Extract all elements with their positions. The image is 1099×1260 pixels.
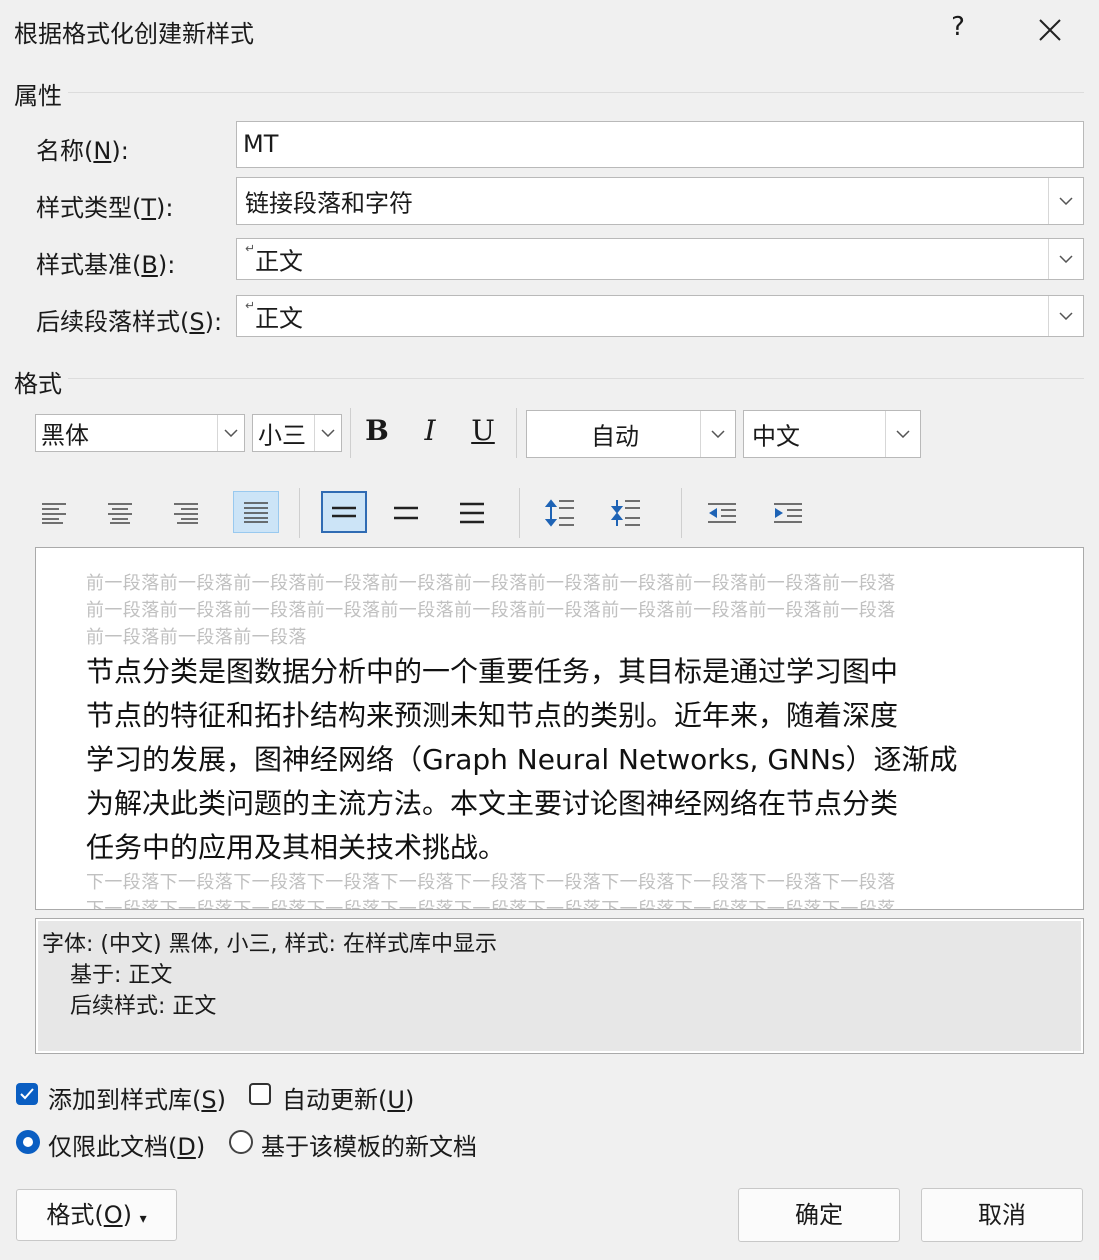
description-based-on-line: 基于: 正文	[70, 963, 173, 988]
size-select[interactable]: 小三	[252, 414, 342, 452]
style-type-value: 链接段落和字符	[245, 189, 413, 218]
format-menu-button[interactable]: 格式(O) ▾	[16, 1189, 177, 1241]
preview-sample-line: 学习的发展，图神经网络（Graph Neural Networks, GNNs）…	[86, 743, 958, 776]
toolbar-separator	[350, 408, 351, 458]
auto-update-label[interactable]: 自动更新(U)	[282, 1080, 414, 1115]
decrease-paragraph-spacing-button[interactable]	[603, 492, 649, 534]
description-font-line: 字体: (中文) 黑体, 小三, 样式: 在样式库中显示	[42, 932, 497, 957]
preview-gray-line: 下一段落下一段落下一段落下一段落下一段落下一段落下一段落下一段落下一段落下一段落…	[86, 899, 896, 910]
toolbar-separator	[516, 408, 517, 458]
line-spacing-single-icon	[332, 506, 356, 518]
name-label: 名称(N):	[36, 137, 129, 165]
add-to-gallery-checkbox[interactable]	[16, 1083, 38, 1105]
increase-indent-icon	[774, 503, 802, 523]
font-color-value: 自动	[591, 422, 639, 451]
dialog-title: 根据格式化创建新样式	[14, 20, 254, 48]
preview-sample-line: 节点分类是图数据分析中的一个重要任务，其目标是通过学习图中	[86, 655, 899, 688]
this-document-only-radio[interactable]	[16, 1130, 40, 1154]
description-next-style-line: 后续样式: 正文	[70, 994, 217, 1019]
style-based-on-value: 正文	[255, 247, 304, 276]
toolbar-separator	[519, 488, 520, 538]
chevron-down-icon[interactable]	[217, 415, 244, 451]
align-left-button[interactable]	[31, 492, 77, 534]
chevron-down-icon[interactable]	[314, 415, 341, 451]
line-spacing-one-half-icon	[394, 506, 418, 520]
chevron-down-icon[interactable]	[1048, 296, 1083, 336]
name-input[interactable]: MT	[236, 121, 1084, 168]
ok-button[interactable]: 确定	[738, 1188, 900, 1242]
add-to-gallery-label[interactable]: 添加到样式库(S)	[48, 1080, 226, 1115]
style-based-on-label: 样式基准(B):	[36, 251, 176, 279]
script-value: 中文	[752, 422, 800, 451]
line-spacing-double-icon	[460, 502, 484, 524]
one-and-half-spacing-button[interactable]	[383, 492, 429, 534]
increase-indent-button[interactable]	[765, 492, 811, 534]
font-color-select[interactable]: 自动	[526, 410, 736, 458]
new-docs-template-label[interactable]: 基于该模板的新文档	[261, 1127, 477, 1162]
increase-spacing-icon	[545, 499, 574, 527]
double-spacing-button[interactable]	[449, 492, 495, 534]
chevron-down-icon[interactable]	[1048, 178, 1083, 224]
format-section-title: 格式	[14, 370, 62, 398]
this-document-only-label[interactable]: 仅限此文档(D)	[48, 1127, 205, 1162]
paragraph-mark-icon: ↵	[245, 298, 256, 313]
align-justify-button[interactable]	[233, 491, 279, 533]
preview-gray-line: 下一段落下一段落下一段落下一段落下一段落下一段落下一段落下一段落下一段落下一段落…	[86, 872, 896, 893]
toolbar-separator	[299, 488, 300, 538]
decrease-spacing-icon	[611, 500, 640, 526]
style-type-select[interactable]: 链接段落和字符	[236, 177, 1084, 225]
next-paragraph-preview: 下一段落下一段落下一段落下一段落下一段落下一段落下一段落下一段落下一段落下一段落…	[86, 869, 896, 910]
properties-section-title: 属性	[14, 82, 62, 110]
next-style-label: 后续段落样式(S):	[36, 308, 223, 336]
align-justify-icon	[244, 502, 268, 523]
script-select[interactable]: 中文	[743, 410, 921, 458]
align-right-icon	[174, 503, 198, 524]
cancel-button[interactable]: 取消	[921, 1188, 1083, 1242]
checkmark-icon	[20, 1088, 34, 1100]
help-button[interactable]: ?	[938, 12, 978, 42]
font-value: 黑体	[41, 421, 89, 450]
italic-button[interactable]: I	[410, 414, 450, 447]
new-docs-template-radio[interactable]	[229, 1130, 253, 1154]
decrease-indent-button[interactable]	[699, 492, 745, 534]
single-spacing-button[interactable]	[321, 491, 367, 533]
format-divider	[68, 378, 1084, 379]
decrease-indent-icon	[708, 503, 736, 523]
preview-sample-line: 节点的特征和拓扑结构来预测未知节点的类别。近年来，随着深度	[86, 699, 899, 732]
chevron-down-icon[interactable]	[1048, 239, 1083, 279]
toolbar-separator	[681, 488, 682, 538]
close-icon	[1039, 19, 1061, 41]
align-right-button[interactable]	[163, 492, 209, 534]
style-based-on-select[interactable]: ↵正文	[236, 238, 1084, 280]
bold-button[interactable]: B	[357, 414, 397, 447]
paragraph-mark-icon: ↵	[245, 241, 256, 256]
style-type-label: 样式类型(T):	[36, 194, 174, 222]
size-value: 小三	[258, 421, 306, 450]
align-center-icon	[108, 503, 132, 524]
previous-paragraph-preview: 前一段落前一段落前一段落前一段落前一段落前一段落前一段落前一段落前一段落前一段落…	[86, 570, 896, 651]
sample-paragraph-preview: 节点分类是图数据分析中的一个重要任务，其目标是通过学习图中 节点的特征和拓扑结构…	[86, 650, 958, 870]
chevron-down-icon[interactable]	[885, 411, 920, 457]
underline-button[interactable]: U	[463, 414, 503, 447]
properties-divider	[68, 92, 1084, 93]
preview-gray-line: 前一段落前一段落前一段落前一段落前一段落前一段落前一段落前一段落前一段落前一段落…	[86, 573, 896, 594]
chevron-down-icon[interactable]	[700, 411, 735, 457]
auto-update-checkbox[interactable]	[249, 1083, 271, 1105]
align-left-icon	[42, 503, 66, 524]
preview-sample-line: 为解决此类问题的主流方法。本文主要讨论图神经网络在节点分类	[86, 787, 899, 820]
increase-paragraph-spacing-button[interactable]	[537, 492, 583, 534]
style-preview-pane: 前一段落前一段落前一段落前一段落前一段落前一段落前一段落前一段落前一段落前一段落…	[35, 547, 1084, 910]
preview-gray-line: 前一段落前一段落前一段落前一段落前一段落前一段落前一段落前一段落前一段落前一段落…	[86, 600, 896, 621]
font-select[interactable]: 黑体	[35, 414, 245, 452]
preview-gray-line: 前一段落前一段落前一段落	[86, 627, 307, 648]
next-style-select[interactable]: ↵正文	[236, 295, 1084, 337]
next-style-value: 正文	[255, 304, 304, 333]
align-center-button[interactable]	[97, 492, 143, 534]
preview-sample-line: 任务中的应用及其相关技术挑战。	[86, 831, 507, 864]
style-description-box: 字体: (中文) 黑体, 小三, 样式: 在样式库中显示 基于: 正文 后续样式…	[35, 918, 1084, 1054]
caret-down-icon: ▾	[139, 1211, 147, 1227]
close-button[interactable]	[1030, 12, 1070, 49]
